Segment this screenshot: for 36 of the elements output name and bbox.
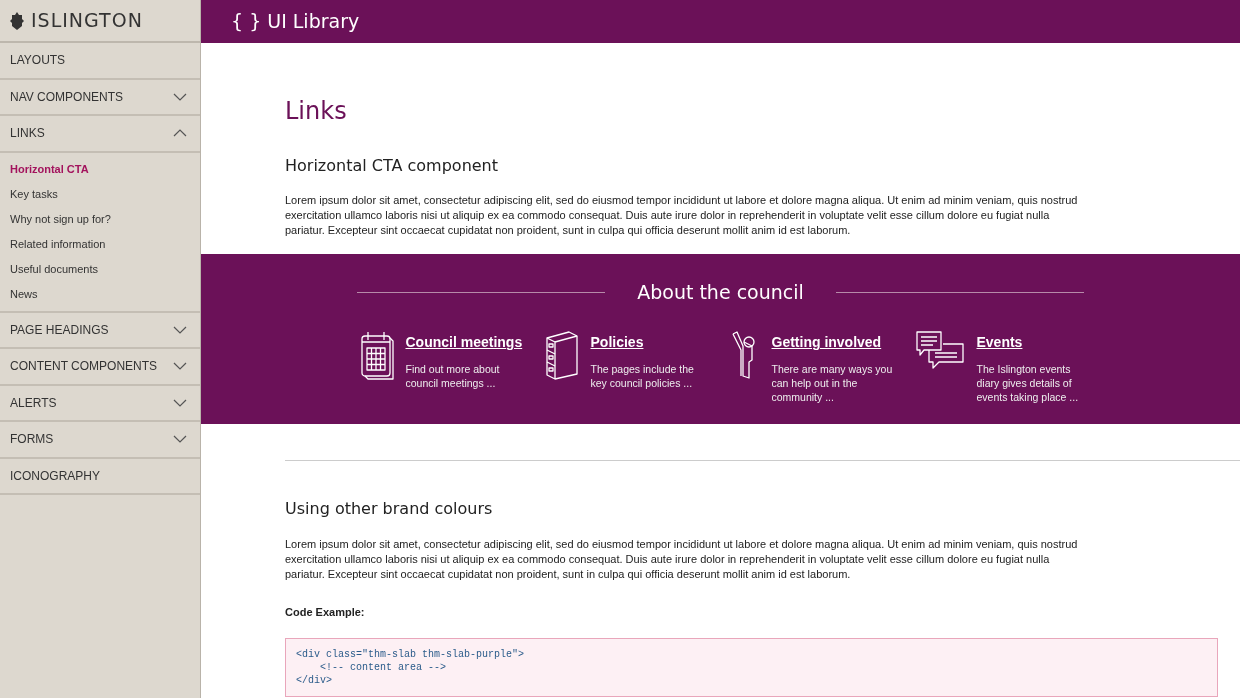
nav-item[interactable]: LAYOUTS — [0, 43, 200, 80]
nav-item[interactable]: CONTENT COMPONENTS — [0, 349, 200, 386]
slab-title: About the council — [637, 280, 804, 305]
paragraph: Lorem ipsum dolor sit amet, consectetur adipiscing elit, sed do eiusmod tempor incididunt ut labore et dolore magna aliqua. Ut enim ad minim veniam, quis nostrud exercitation ullamco laboris nisi ut aliquip ex ea commodo consequat. Duis aute irure dolor in reprehenderit in voluptate velit esse cillum dolore eu fugiat nulla pariatur. Excepteur sint occaecat cupidatat non proident, sunt in culpa qui officia deserunt mollit anim id est laborum. — [285, 193, 1079, 238]
calendar-icon — [359, 330, 394, 381]
cta-description: There are many ways you can help out in the community ... — [771, 362, 894, 405]
submenu-link[interactable]: Why not sign up for? — [0, 206, 200, 232]
submenu-link[interactable]: Horizontal CTA — [0, 156, 200, 182]
page-title: Links — [285, 97, 348, 126]
nav-item[interactable]: LINKS — [0, 116, 200, 153]
submenu-link[interactable]: News — [0, 281, 200, 307]
crest-icon — [9, 10, 25, 31]
nav-item[interactable]: ALERTS — [0, 385, 200, 422]
nav-item[interactable]: FORMS — [0, 422, 200, 459]
nav-item[interactable]: ICONOGRAPHY — [0, 458, 200, 495]
cta-description: Find out more about council meetings ... — [405, 362, 501, 391]
submenu-link[interactable]: Useful documents — [0, 256, 200, 282]
submenu-link[interactable]: Related information — [0, 231, 200, 257]
app-title: UI Library — [267, 9, 360, 35]
code-block: <div class="thm-slab thm-slab-purple"> <!-- content area --> </div> — [285, 638, 1218, 698]
submenu-link[interactable]: Key tasks — [0, 181, 200, 207]
cta-link[interactable]: Policies — [590, 334, 644, 351]
cta-description: The Islington events diary gives details of events taking place ... — [976, 362, 1080, 405]
cta-link[interactable]: Council meetings — [405, 334, 523, 351]
section-heading: Horizontal CTA component — [285, 155, 500, 175]
nav-item[interactable]: NAV COMPONENTS — [0, 79, 200, 116]
cta-link[interactable]: Getting involved — [771, 334, 882, 351]
paragraph: Lorem ipsum dolor sit amet, consectetur adipiscing elit, sed do eiusmod tempor incididunt ut labore et dolore magna aliqua. Ut enim ad minim veniam, quis nostrud exercitation ullamco laboris nisi ut aliquip ex ea commodo consequat. Duis aute irure dolor in reprehenderit in voluptate velit esse cillum dolore eu fugiat nulla pariatur. Excepteur sint occaecat cupidatat non proident, sunt in culpa qui officia deserunt mollit anim id est laborum. — [285, 536, 1079, 582]
logo-text: ISLINGTON — [31, 8, 143, 34]
nav-item[interactable]: PAGE HEADINGS — [0, 312, 200, 349]
cta-link[interactable]: Events — [976, 334, 1023, 351]
cta-description: The pages include the key council policies ... — [590, 362, 695, 391]
braces-logo: { } — [231, 9, 262, 35]
code-label: Code Example: — [285, 604, 366, 620]
section-heading: Using other brand colours — [285, 499, 494, 519]
filing-cabinet-icon — [544, 330, 579, 381]
